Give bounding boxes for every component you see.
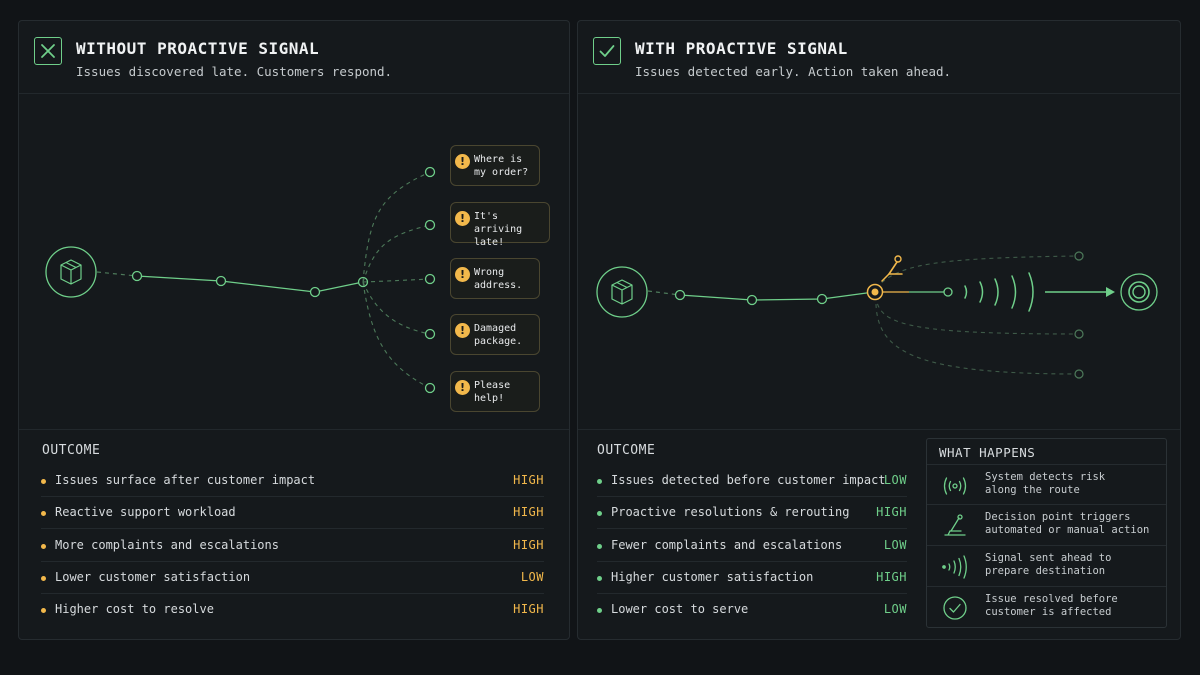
outcome-row: Lower cost to serve LOW xyxy=(597,594,907,626)
complaint-text: It's arriving late! xyxy=(474,211,523,248)
avoided-branches xyxy=(875,255,1079,375)
outcome-level: HIGH xyxy=(513,537,544,552)
warning-icon: ! xyxy=(455,211,470,226)
outcome-label: Higher cost to resolve xyxy=(55,602,214,617)
outcome-label: Reactive support workload xyxy=(55,505,236,520)
bullet-dot xyxy=(41,608,46,614)
what-happens-item: Signal sent ahead to prepare destination xyxy=(927,545,1166,586)
outcome-row: Higher customer satisfaction HIGH xyxy=(597,562,907,594)
what-happens-item: System detects risk along the route xyxy=(927,464,1166,505)
package-icon xyxy=(45,246,97,298)
complaint-bubble: ! Damaged package. xyxy=(450,314,540,355)
complaint-bubble: ! It's arriving late! xyxy=(450,202,550,248)
reactive-route-diagram: ! Where is my order? ! It's arriving lat… xyxy=(19,95,569,429)
outcome-label: Fewer complaints and escalations xyxy=(611,537,843,552)
signal-waves-icon xyxy=(941,554,969,580)
bullet-dot xyxy=(597,575,602,581)
outcome-level: LOW xyxy=(520,569,544,584)
decision-point xyxy=(866,283,884,301)
outcome-level: HIGH xyxy=(513,473,544,487)
with-signal-panel: WITH PROACTIVE SIGNAL Issues detected ea… xyxy=(577,20,1181,640)
bullet-dot xyxy=(41,511,46,517)
issue-branches xyxy=(362,171,431,389)
radar-icon xyxy=(941,473,969,499)
complaint-text: Please help! xyxy=(474,380,511,404)
what-happens-text: Signal sent ahead to prepare destination xyxy=(985,552,1112,577)
warning-icon: ! xyxy=(455,323,470,338)
what-happens-title: WHAT HAPPENS xyxy=(939,445,1036,460)
route-nodes xyxy=(674,289,828,306)
panel-subtitle: Issues detected early. Action taken ahea… xyxy=(635,64,952,79)
bullet-dot xyxy=(41,479,46,484)
bullet-dot xyxy=(597,511,602,517)
panel-title: WITH PROACTIVE SIGNAL xyxy=(635,39,848,58)
outcome-label: Lower customer satisfaction xyxy=(55,569,251,584)
outcome-label: Proactive resolutions & rerouting xyxy=(611,505,850,520)
outcome-title: OUTCOME xyxy=(597,443,656,458)
panel-header: WITH PROACTIVE SIGNAL Issues detected ea… xyxy=(578,21,1180,94)
outcome-row: Issues detected before customer impact LO… xyxy=(597,465,907,497)
outcome-label: More complaints and escalations xyxy=(55,537,279,552)
what-happens-box: WHAT HAPPENS System detects risk along t… xyxy=(926,438,1167,628)
what-happens-text: System detects risk along the route xyxy=(985,471,1106,496)
avoided-end-nodes xyxy=(1074,251,1084,379)
outcome-label: Issues detected before customer impact xyxy=(611,473,886,487)
bullet-dot xyxy=(41,575,46,581)
outcome-row: Issues surface after customer impact HIGH xyxy=(41,465,544,497)
bullet-dot xyxy=(597,479,602,484)
destination-icon xyxy=(1120,273,1158,311)
what-happens-text: Decision point triggers automated or man… xyxy=(985,511,1150,536)
lever-icon xyxy=(941,513,969,539)
outcome-title: OUTCOME xyxy=(42,443,101,458)
panel-header: WITHOUT PROACTIVE SIGNAL Issues discover… xyxy=(19,21,569,94)
what-happens-item: Decision point triggers automated or man… xyxy=(927,504,1166,545)
panel-title: WITHOUT PROACTIVE SIGNAL xyxy=(76,39,320,58)
warning-icon: ! xyxy=(455,380,470,395)
proactive-route-diagram xyxy=(578,95,1180,429)
bullet-dot xyxy=(41,543,46,549)
outcome-row: More complaints and escalations HIGH xyxy=(41,530,544,562)
outcome-row: Reactive support workload HIGH xyxy=(41,497,544,530)
branch-end-nodes xyxy=(424,166,436,394)
lever-icon xyxy=(881,255,903,282)
outcome-level: HIGH xyxy=(876,569,907,584)
warning-icon: ! xyxy=(455,267,470,282)
outcome-section: OUTCOME Issues detected before customer … xyxy=(578,429,1180,639)
outcome-section: OUTCOME Issues surface after customer im… xyxy=(19,429,569,639)
bullet-dot xyxy=(597,608,602,614)
panel-subtitle: Issues discovered late. Customers respon… xyxy=(76,64,393,79)
warning-icon: ! xyxy=(455,154,470,169)
outcome-level: HIGH xyxy=(876,505,907,520)
outcome-row: Higher cost to resolve HIGH xyxy=(41,594,544,626)
outcome-row: Lower customer satisfaction LOW xyxy=(41,562,544,594)
outcome-level: HIGH xyxy=(513,602,544,617)
complaint-text: Wrong address. xyxy=(474,267,523,291)
bullet-dot xyxy=(597,543,602,549)
complaint-bubble: ! Wrong address. xyxy=(450,258,540,299)
outcome-label: Higher customer satisfaction xyxy=(611,569,814,584)
outcome-label: Issues surface after customer impact xyxy=(55,473,316,487)
complaint-bubble: ! Where is my order? xyxy=(450,145,540,186)
outcome-row: Fewer complaints and escalations LOW xyxy=(597,530,907,562)
outcome-row: Proactive resolutions & rerouting HIGH xyxy=(597,497,907,530)
outcome-level: LOW xyxy=(883,473,907,487)
x-icon xyxy=(34,37,62,65)
outcome-label: Lower cost to serve xyxy=(611,602,749,617)
without-signal-panel: WITHOUT PROACTIVE SIGNAL Issues discover… xyxy=(18,20,570,640)
what-happens-text: Issue resolved before customer is affect… xyxy=(985,593,1118,618)
outcome-level: LOW xyxy=(883,602,907,617)
complaint-text: Damaged package. xyxy=(474,323,523,347)
complaint-bubble: ! Please help! xyxy=(450,371,540,412)
check-circle-icon xyxy=(941,595,969,621)
complaint-text: Where is my order? xyxy=(474,154,529,178)
signal-waves-icon xyxy=(964,272,1034,312)
arrow-head xyxy=(1106,287,1115,297)
check-icon xyxy=(593,37,621,65)
outcome-level: LOW xyxy=(883,537,907,552)
package-icon xyxy=(596,266,648,318)
outcome-level: HIGH xyxy=(513,505,544,520)
what-happens-item: Issue resolved before customer is affect… xyxy=(927,586,1166,627)
